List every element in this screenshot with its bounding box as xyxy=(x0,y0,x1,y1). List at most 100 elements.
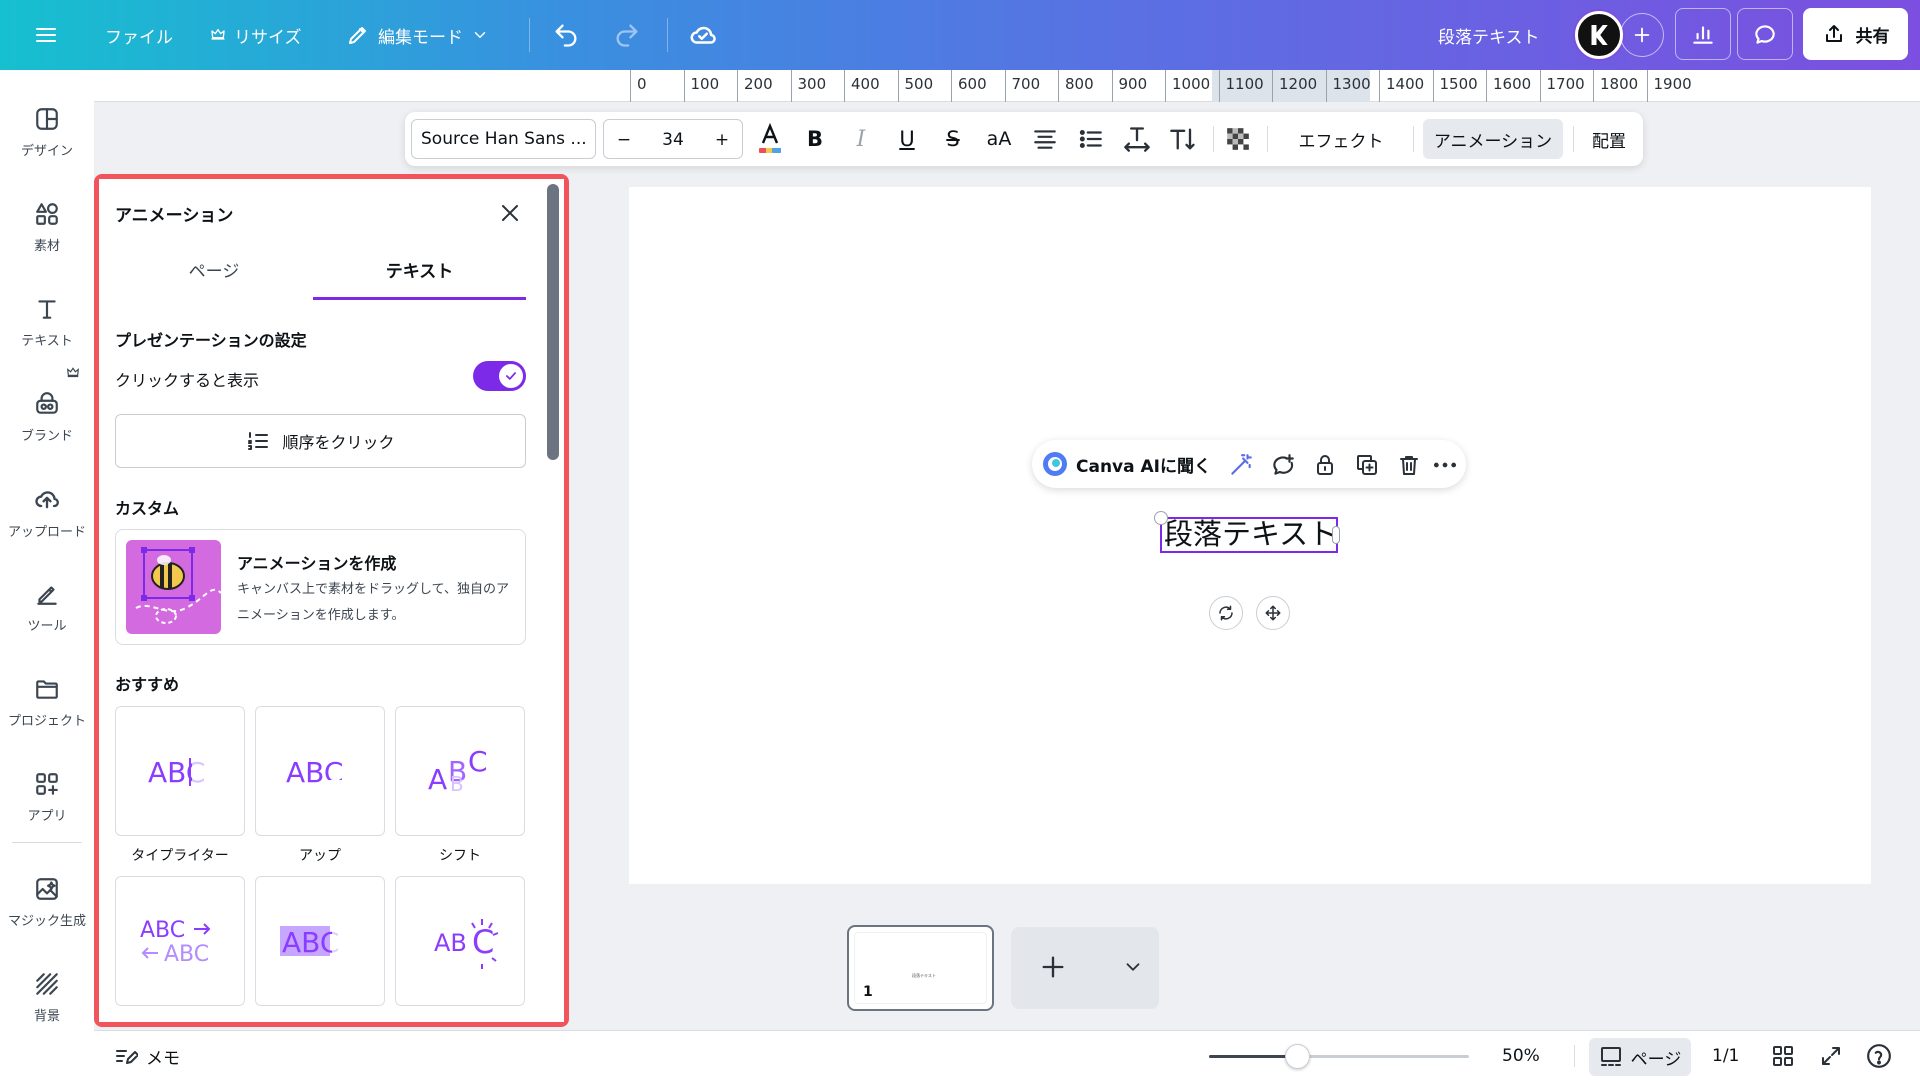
zoom-value[interactable]: 50% xyxy=(1502,1031,1540,1080)
ask-canva-ai-label: Canva AIに聞く xyxy=(1076,456,1212,477)
bold-button[interactable]: B xyxy=(797,112,833,166)
create-animation-card[interactable]: アニメーションを作成 キャンバス上で素材をドラッグして、独自のアニメーションを作… xyxy=(115,529,526,645)
preset-shift-tile[interactable]: A B C B xyxy=(395,706,525,836)
add-page-options-button[interactable] xyxy=(1122,956,1144,982)
toolbar-divider xyxy=(1573,126,1574,152)
rotate-button[interactable] xyxy=(1209,596,1243,630)
text-toolbar: Source Han Sans ... − 34 + B I U S aA エフ… xyxy=(405,112,1643,166)
lock-button[interactable] xyxy=(1312,452,1338,478)
plus-icon xyxy=(1634,27,1650,43)
page-thumbnail[interactable]: 段落テキスト 1 xyxy=(847,925,994,1011)
close-panel-button[interactable] xyxy=(494,197,526,229)
horizontal-ruler: 0 100 200 300 400 500 600 700 800 900 1000 1100 1200… xyxy=(94,70,1920,102)
grid-view-button[interactable] xyxy=(1770,1043,1796,1069)
magic-edit-button[interactable] xyxy=(1228,452,1254,478)
comments-button[interactable] xyxy=(1737,8,1793,60)
letter-case-button[interactable]: aA xyxy=(981,112,1017,166)
resize-handle-right[interactable] xyxy=(1332,526,1340,544)
panel-scrollbar[interactable] xyxy=(547,184,559,460)
page-view-button[interactable]: ページ xyxy=(1589,1038,1691,1076)
rail-item-apps[interactable]: アプリ xyxy=(0,757,94,837)
ask-canva-ai-button[interactable]: Canva AIに聞く xyxy=(1042,440,1211,488)
preset-typewriter-tile[interactable]: ABC xyxy=(115,706,245,836)
letter-spacing-button[interactable] xyxy=(1119,112,1155,166)
apps-icon xyxy=(36,772,58,795)
strikethrough-button[interactable]: S xyxy=(935,112,971,166)
position-button[interactable]: 配置 xyxy=(1581,112,1637,166)
rail-item-projects[interactable]: プロジェクト xyxy=(0,662,94,742)
font-size-increase-button[interactable]: + xyxy=(702,113,742,167)
font-size-decrease-button[interactable]: − xyxy=(604,113,644,167)
burst-preview-icon: AB C xyxy=(434,919,499,969)
add-comment-button[interactable] xyxy=(1270,452,1296,478)
toggle-knob xyxy=(499,364,523,388)
resize-button[interactable]: リサイズ xyxy=(210,0,302,70)
help-button[interactable] xyxy=(1866,1043,1892,1069)
rail-item-label: デザイン xyxy=(20,143,73,159)
menu-button[interactable] xyxy=(34,0,58,70)
delete-button[interactable] xyxy=(1396,452,1422,478)
text-orientation-button[interactable] xyxy=(1165,112,1201,166)
file-menu-button[interactable]: ファイル xyxy=(105,0,173,70)
rail-item-elements[interactable]: 素材 xyxy=(0,187,94,267)
animation-button[interactable]: アニメーション xyxy=(1423,119,1563,159)
undo-button[interactable] xyxy=(552,0,580,70)
zoom-slider[interactable] xyxy=(1209,1044,1469,1069)
tab-text[interactable]: テキスト xyxy=(313,257,526,299)
file-menu-label: ファイル xyxy=(105,27,173,48)
more-options-button[interactable] xyxy=(1432,452,1458,478)
avatar[interactable] xyxy=(1575,11,1623,59)
share-button[interactable]: 共有 xyxy=(1803,8,1908,60)
redo-icon xyxy=(616,24,638,47)
rail-item-label: テキスト xyxy=(21,333,73,349)
rail-item-label: プロジェクト xyxy=(7,713,86,729)
align-center-icon xyxy=(1034,130,1056,149)
fullscreen-button[interactable] xyxy=(1818,1043,1844,1069)
preset-tile[interactable]: ABC xyxy=(255,876,385,1006)
italic-button[interactable]: I xyxy=(843,112,879,166)
rail-item-tools[interactable]: ツール xyxy=(0,567,94,647)
rail-item-magic-media[interactable]: マジック生成 xyxy=(0,862,94,942)
text-color-button[interactable] xyxy=(752,112,788,166)
effects-button[interactable]: エフェクト xyxy=(1279,112,1403,166)
preset-tile[interactable]: AB C xyxy=(395,876,525,1006)
click-order-button[interactable]: 順序をクリック xyxy=(115,414,526,468)
add-page-button[interactable] xyxy=(1039,953,1067,985)
invite-button[interactable] xyxy=(1620,13,1664,57)
document-title[interactable]: 段落テキスト xyxy=(1438,0,1540,70)
preset-tile[interactable]: ABC ABC xyxy=(115,876,245,1006)
toolbar-divider xyxy=(1267,126,1268,152)
toolbar-divider xyxy=(1213,126,1214,152)
click-to-show-toggle[interactable] xyxy=(473,361,526,391)
selected-text-box[interactable]: 段落テキスト xyxy=(1160,517,1338,553)
ruler-tick-label: 100 xyxy=(683,70,719,102)
notes-button[interactable]: メモ xyxy=(114,1031,180,1080)
svg-text:ABC: ABC xyxy=(282,926,339,959)
rail-item-text[interactable]: テキスト xyxy=(0,282,94,362)
font-size-input[interactable]: 34 xyxy=(644,113,702,167)
font-family-select[interactable]: Source Han Sans ... xyxy=(411,119,596,159)
underline-button[interactable]: U xyxy=(889,112,925,166)
rail-item-upload[interactable]: アップロード xyxy=(0,472,94,552)
tab-page[interactable]: ページ xyxy=(115,257,313,299)
rail-item-label: 背景 xyxy=(33,1008,60,1024)
resize-handle-left[interactable] xyxy=(1154,511,1168,525)
zoom-slider-thumb[interactable] xyxy=(1285,1044,1311,1069)
ruler-tick-label: 1000 xyxy=(1165,70,1210,102)
panel-title: アニメーション xyxy=(115,206,234,226)
rail-item-background[interactable]: 背景 xyxy=(0,957,94,1037)
insights-button[interactable] xyxy=(1675,8,1731,60)
duplicate-button[interactable] xyxy=(1354,452,1380,478)
redo-button[interactable] xyxy=(613,0,641,70)
list-button[interactable] xyxy=(1073,112,1109,166)
cloud-save-status[interactable] xyxy=(688,0,718,70)
recommended-heading: おすすめ xyxy=(115,675,180,694)
preset-rise-tile[interactable]: ABC xyxy=(255,706,385,836)
rail-item-design[interactable]: デザイン xyxy=(0,92,94,172)
transparency-button[interactable] xyxy=(1220,112,1256,166)
move-button[interactable] xyxy=(1256,596,1290,630)
edit-mode-button[interactable]: 編集モード xyxy=(346,0,489,70)
rail-item-brand[interactable]: ブランド xyxy=(0,377,94,457)
page-count[interactable]: 1/1 xyxy=(1712,1031,1739,1080)
text-align-button[interactable] xyxy=(1027,112,1063,166)
